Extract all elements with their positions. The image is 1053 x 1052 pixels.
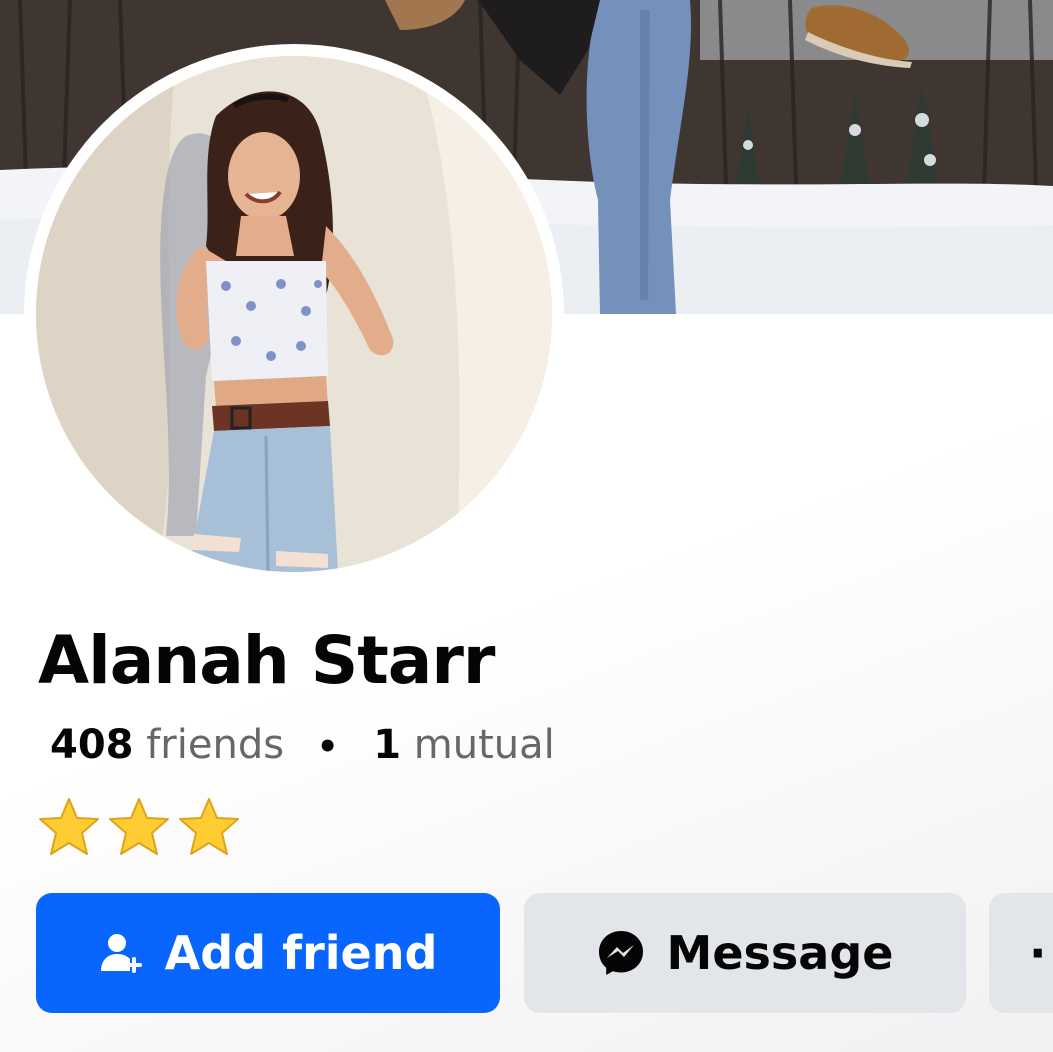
avatar-image — [36, 56, 552, 572]
profile-page: Alanah Starr 408 friends • 1 mutual Add … — [0, 0, 1053, 1052]
star-icon — [178, 796, 240, 856]
mutual-label: mutual — [413, 722, 555, 768]
add-friend-button[interactable]: Add friend — [36, 893, 500, 1013]
message-button[interactable]: Message — [524, 893, 966, 1013]
mutual-count: 1 — [373, 722, 402, 768]
person-add-icon — [99, 931, 143, 975]
more-dots-icon: ··· — [1029, 926, 1053, 980]
messenger-icon — [597, 929, 645, 977]
star-icon — [38, 796, 100, 856]
avatar[interactable] — [36, 56, 552, 572]
separator-dot: • — [316, 727, 339, 767]
friends-count: 408 — [50, 722, 134, 768]
star-emoji-row — [38, 796, 240, 856]
star-icon — [108, 796, 170, 856]
message-label: Message — [666, 926, 894, 980]
friends-label: friends — [146, 722, 285, 768]
profile-name: Alanah Starr — [38, 622, 495, 699]
more-options-button[interactable]: ··· — [989, 893, 1053, 1013]
friends-summary[interactable]: 408 friends • 1 mutual — [50, 722, 555, 768]
add-friend-label: Add friend — [164, 926, 438, 980]
